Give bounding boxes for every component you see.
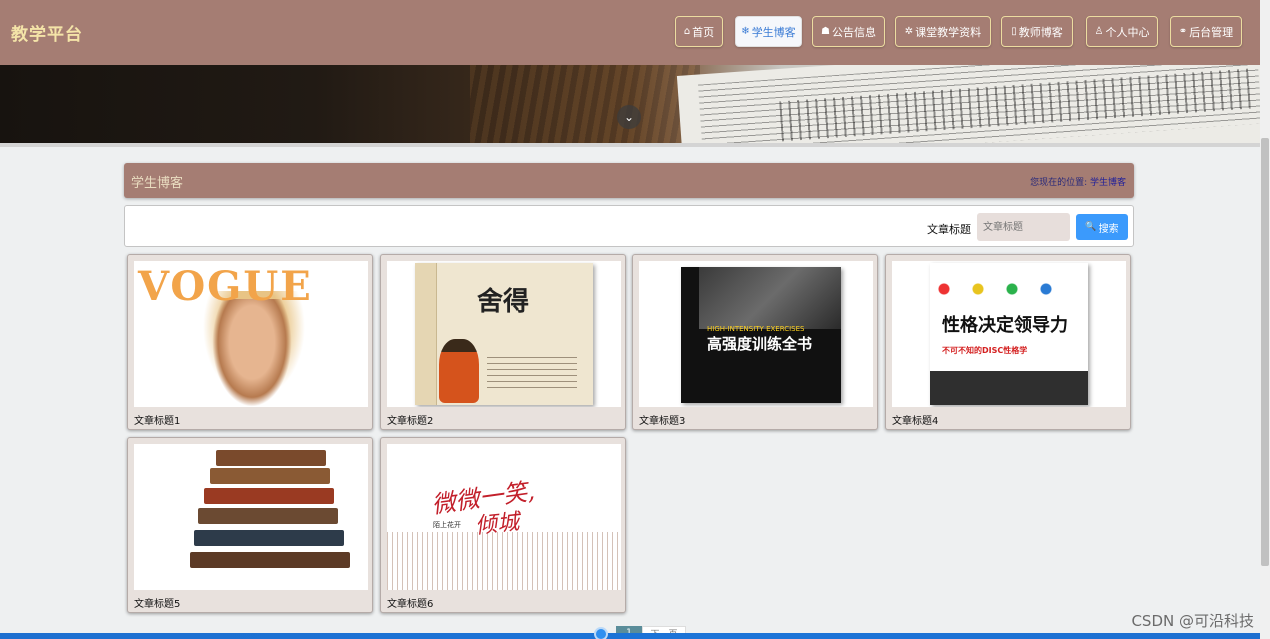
breadcrumb: 您现在的位置: 学生博客 (1030, 175, 1126, 188)
search-bar: 文章标题 🔍 搜索 (124, 205, 1134, 247)
search-button[interactable]: 🔍 搜索 (1076, 214, 1128, 240)
thumb-figures (936, 279, 1082, 299)
bottom-progress-bar (0, 627, 1260, 639)
main-nav: ⌂ 首页 ❄ 学生博客 ☗ 公告信息 ✲ 课堂教学资料 ▯ 教师博客 ♙ 个人中… (0, 16, 1260, 48)
article-thumbnail[interactable]: 微微一笑, 倾城 陌上花开 (387, 444, 621, 590)
search-label: 文章标题 (927, 223, 971, 236)
book-spine (415, 263, 437, 405)
breadcrumb-current[interactable]: 学生博客 (1090, 178, 1126, 188)
nav-admin[interactable]: ⚭ 后台管理 (1170, 16, 1242, 47)
banner-wood (470, 65, 700, 143)
scroll-down-button[interactable]: ⌄ (617, 105, 641, 129)
home-icon: ⌂ (683, 26, 691, 37)
article-title[interactable]: 文章标题6 (387, 595, 433, 610)
thumb-book (216, 450, 326, 466)
nav-home-label: 首页 (692, 25, 715, 39)
article-title[interactable]: 文章标题3 (639, 412, 685, 427)
article-card[interactable]: 微微一笑, 倾城 陌上花开 文章标题6 (380, 437, 626, 613)
section-title-bar: 学生博客 您现在的位置: 学生博客 (124, 163, 1134, 198)
materials-icon: ✲ (904, 26, 914, 37)
thumb-photo (699, 267, 841, 329)
thumb-text: 陌上花开 (433, 521, 461, 529)
thumb-grass (387, 532, 621, 590)
search-button-label: 搜索 (1098, 223, 1119, 235)
thumb-figure (439, 339, 479, 403)
chevron-down-icon: ⌄ (623, 110, 635, 124)
thumb-text-block (487, 353, 577, 393)
article-card[interactable]: VOGUE NOVA Aperte! Miami 文章标题1 (127, 254, 373, 430)
thumb-text: 舍得 (477, 287, 530, 317)
nav-bulletin[interactable]: ☗ 公告信息 (812, 16, 885, 47)
thumb-text: 高强度训练全书 (707, 335, 813, 353)
nav-student-blog[interactable]: ❄ 学生博客 (735, 16, 802, 47)
nav-personal-center[interactable]: ♙ 个人中心 (1086, 16, 1158, 47)
section-title: 学生博客 (131, 176, 184, 191)
blog-icon: ❄ (741, 26, 750, 37)
nav-student-blog-label: 学生博客 (751, 25, 796, 39)
top-header: 教学平台 ⌂ 首页 ❄ 学生博客 ☗ 公告信息 ✲ 课堂教学资料 ▯ 教师博客 … (0, 0, 1260, 65)
nav-personal-center-label: 个人中心 (1105, 25, 1150, 39)
thumb-text: 性格决定领导力 (942, 315, 1068, 336)
breadcrumb-prefix: 您现在的位置: (1030, 178, 1088, 188)
article-title[interactable]: 文章标题1 (134, 412, 180, 427)
progress-handle[interactable] (594, 627, 608, 639)
search-input[interactable] (977, 213, 1070, 241)
article-thumbnail[interactable]: HIGH-INTENSITY EXERCISES 高强度训练全书 (639, 261, 873, 407)
thumb-face (212, 299, 292, 407)
vertical-scrollbar[interactable] (1260, 0, 1270, 639)
article-card[interactable]: 性格决定领导力 不可不知的DISC性格学 文章标题4 (885, 254, 1131, 430)
link-icon: ⚭ (1178, 26, 1188, 37)
thumb-book (204, 488, 334, 504)
banner-divider (0, 143, 1260, 147)
thumb-book (194, 530, 344, 546)
search-icon: 🔍 (1085, 222, 1097, 232)
thumb-book (190, 552, 350, 568)
nav-materials-label: 课堂教学资料 (915, 25, 982, 39)
watermark: CSDN @可沿科技 (1131, 612, 1254, 630)
thumb-text: Miami (314, 389, 353, 403)
article-title[interactable]: 文章标题2 (387, 412, 433, 427)
thumb-band (930, 371, 1088, 405)
article-thumbnail[interactable]: 舍得 (387, 261, 621, 407)
nav-home[interactable]: ⌂ 首页 (675, 16, 723, 47)
nav-bulletin-label: 公告信息 (831, 25, 876, 39)
thumb-text: 不可不知的DISC性格学 (942, 346, 1028, 355)
thumb-text: 倾城 (474, 509, 521, 540)
teacher-blog-icon: ▯ (1011, 26, 1017, 37)
thumb-text: HIGH-INTENSITY EXERCISES (707, 325, 805, 333)
thumb-masthead: VOGUE (138, 263, 313, 310)
article-thumbnail[interactable]: VOGUE NOVA Aperte! Miami (134, 261, 368, 407)
nav-teacher-blog[interactable]: ▯ 教师博客 (1001, 16, 1073, 47)
article-card[interactable]: HIGH-INTENSITY EXERCISES 高强度训练全书 文章标题3 (632, 254, 878, 430)
nav-teacher-blog-label: 教师博客 (1018, 25, 1063, 39)
article-card[interactable]: 舍得 文章标题2 (380, 254, 626, 430)
bulletin-icon: ☗ (821, 26, 830, 37)
nav-materials[interactable]: ✲ 课堂教学资料 (895, 16, 991, 47)
article-thumbnail[interactable]: 性格决定领导力 不可不知的DISC性格学 (892, 261, 1126, 407)
thumb-book (210, 468, 330, 484)
article-title[interactable]: 文章标题5 (134, 595, 180, 610)
scrollbar-thumb[interactable] (1261, 138, 1269, 566)
hero-banner: ⌄ (0, 65, 1260, 143)
thumb-text: Aperte! (306, 333, 356, 348)
article-title[interactable]: 文章标题4 (892, 412, 938, 427)
thumb-book (198, 508, 338, 524)
article-thumbnail[interactable] (134, 444, 368, 590)
thumb-text: NOVA (139, 311, 180, 326)
article-card[interactable]: 文章标题5 (127, 437, 373, 613)
nav-admin-label: 后台管理 (1189, 25, 1234, 39)
user-icon: ♙ (1094, 26, 1104, 37)
